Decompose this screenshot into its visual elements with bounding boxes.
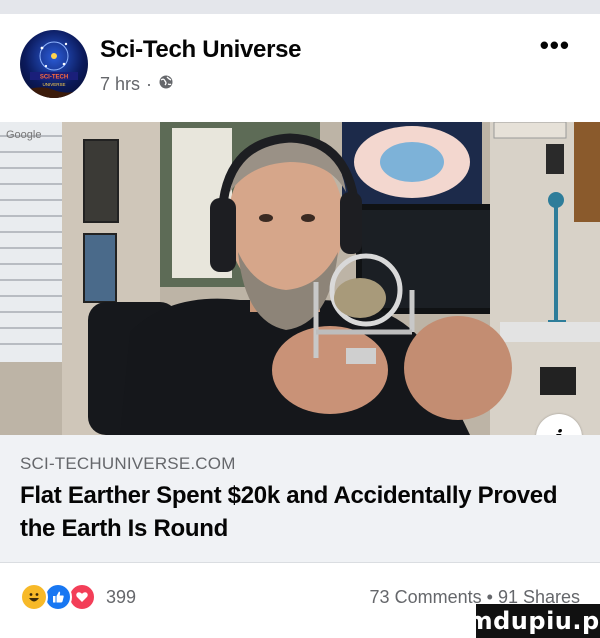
more-options-button[interactable]: ••• — [540, 30, 570, 61]
post-time[interactable]: 7 hrs — [100, 74, 140, 95]
reactions-summary[interactable]: 399 — [20, 583, 136, 611]
post-meta: 7 hrs · — [100, 74, 174, 95]
avatar-logo-image: SCI-TECH UNIVERSE — [20, 41, 88, 98]
site-watermark: mdupiu.pl — [468, 604, 600, 638]
love-reaction-icon — [68, 583, 96, 611]
reaction-count[interactable]: 399 — [106, 587, 136, 608]
link-domain: SCI-TECHUNIVERSE.COM — [20, 454, 236, 473]
avatar-text-1: SCI-TECH — [40, 75, 68, 81]
meta-separator: · — [146, 74, 153, 94]
like-reaction-icon — [44, 583, 72, 611]
photo-man-holding-gyroscope: Google — [0, 122, 600, 435]
photo-watermark: Google — [6, 129, 41, 141]
top-bar — [0, 0, 600, 14]
footer-divider — [0, 562, 600, 563]
globe-icon[interactable] — [158, 74, 174, 95]
comments-count[interactable]: 73 Comments — [370, 587, 482, 607]
avatar-text-2: UNIVERSE — [42, 82, 65, 87]
page-name-link[interactable]: Sci-Tech Universe — [100, 36, 302, 64]
link-preview-image[interactable]: Google — [0, 122, 600, 435]
page-avatar[interactable]: SCI-TECH UNIVERSE — [20, 30, 88, 98]
link-title[interactable]: Flat Earther Spent $20k and Accidentally… — [20, 479, 580, 545]
haha-reaction-icon — [20, 583, 48, 611]
